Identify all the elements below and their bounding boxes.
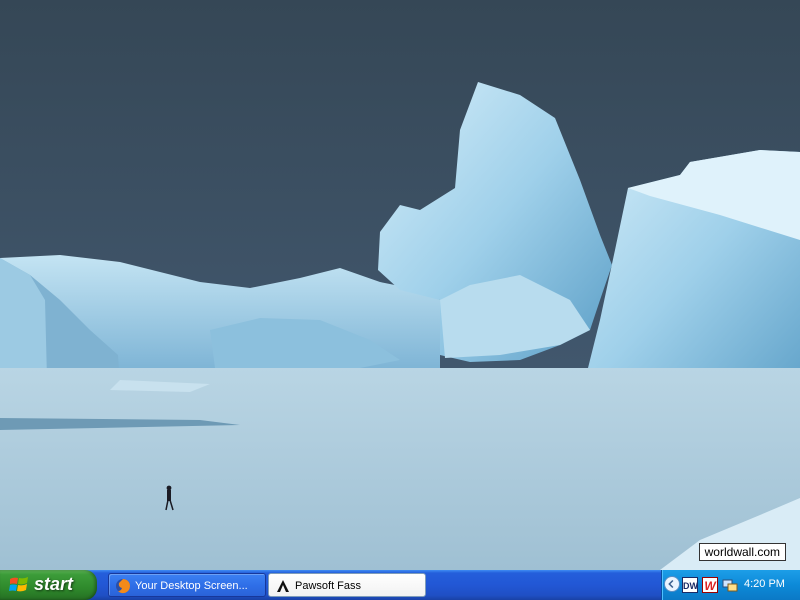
w-icon[interactable]: W	[702, 577, 718, 593]
taskbar: start Your Desktop Screen... Pawsoft Fas…	[0, 570, 800, 600]
clock: 4:20 PM	[744, 578, 785, 590]
system-tray: DW W 4:20 PM	[661, 570, 800, 600]
firefox-icon	[116, 579, 131, 594]
network-icon[interactable]	[722, 577, 738, 593]
desktop[interactable]: worldwall.com	[0, 0, 800, 570]
wallpaper-iceberg-image	[0, 0, 800, 570]
wallpaper-watermark: worldwall.com	[698, 543, 786, 561]
task-pawsoft-fass[interactable]: Pawsoft Fass	[268, 573, 426, 597]
pawsoft-icon	[277, 580, 289, 592]
task-label: Pawsoft Fass	[295, 580, 362, 592]
task-label: Your Desktop Screen...	[135, 580, 248, 592]
task-your-desktop-screen[interactable]: Your Desktop Screen...	[108, 573, 266, 597]
windows-logo-icon	[9, 577, 28, 592]
start-label: start	[34, 574, 74, 594]
show-hidden-icons-chevron-icon[interactable]	[664, 576, 680, 592]
start-button[interactable]: start	[0, 570, 97, 600]
dw-icon[interactable]: DW	[682, 577, 698, 593]
